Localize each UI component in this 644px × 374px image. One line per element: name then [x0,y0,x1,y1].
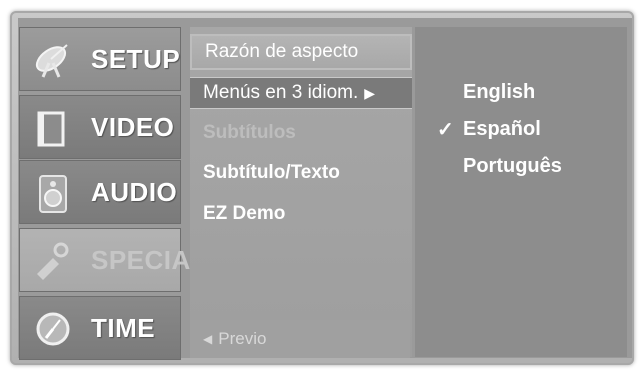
nav-item-audio[interactable]: AUDIO [19,160,181,224]
submenu-item-label: EZ Demo [203,203,286,224]
submenu-item-label: Subtítulo/Texto [203,162,340,183]
previous-button[interactable]: ◀ Previo [190,320,410,358]
nav-item-video[interactable]: VIDEO [19,95,181,159]
submenu-item-aspect-ratio[interactable]: Razón de aspecto [190,34,412,70]
clock-icon [31,308,75,350]
nav-label: AUDIO [91,176,178,207]
submenu-item-ez-demo[interactable]: EZ Demo [190,196,412,232]
checkmark-icon: ✓ [437,118,454,141]
arrow-right-icon: ▶ [364,84,376,101]
language-option-portuguese[interactable]: Português [415,150,627,182]
language-option-english[interactable]: English [415,76,627,108]
screen-icon [31,107,75,149]
language-option-spanish[interactable]: ✓ Español [415,113,627,145]
language-label: Español [463,117,541,140]
nav-item-setup[interactable]: SETUP [19,27,181,91]
submenu-item-subtitle-text[interactable]: Subtítulo/Texto [190,155,412,191]
nav-label: TIME [91,312,156,343]
submenu-item-label: Subtítulos [203,122,296,143]
arrow-left-icon: ◀ [203,332,213,346]
nav-label: VIDEO [91,111,175,142]
satellite-dish-icon [31,39,75,81]
speaker-icon [31,172,75,214]
nav-label: SETUP [91,43,181,74]
submenu-item-label: Razón de aspecto [205,41,359,62]
key-icon [31,240,75,282]
previous-label: Previo [218,329,267,348]
submenu-item-menu-language[interactable]: Menús en 3 idiom. ▶ [190,77,412,109]
language-label: English [463,80,536,103]
submenu-item-subtitles: Subtítulos [190,115,412,151]
nav-item-time[interactable]: TIME [19,296,181,360]
submenu-item-label: Menús en 3 idiom. [203,82,359,103]
language-label: Português [463,154,562,177]
nav-item-special[interactable]: SPECIAL [19,228,207,292]
